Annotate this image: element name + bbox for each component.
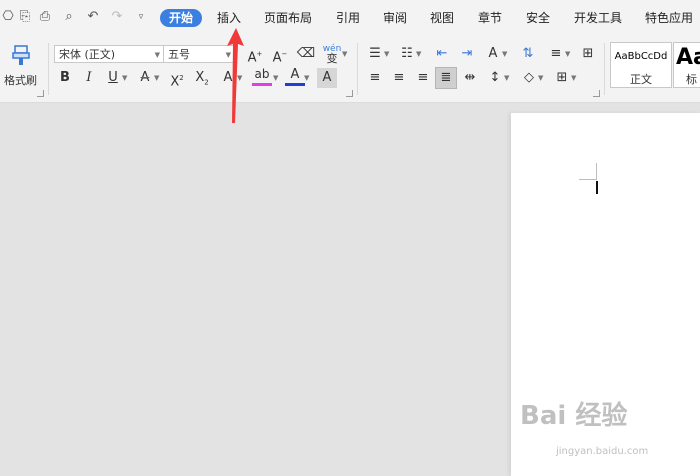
preview-icon[interactable]: ⌕ bbox=[61, 9, 77, 25]
style-normal[interactable]: AaBbCcDd 正文 bbox=[610, 42, 672, 88]
dialog-launcher[interactable] bbox=[346, 90, 353, 97]
chevron-down-icon[interactable]: ▼ bbox=[384, 49, 392, 59]
strikethrough-icon[interactable]: A bbox=[135, 68, 155, 88]
bold-icon[interactable]: B bbox=[55, 68, 75, 88]
style-sample: AaBbCcDd bbox=[614, 51, 668, 62]
shading-icon[interactable]: ◇ bbox=[519, 68, 539, 88]
paragraph-spacing-icon[interactable]: ↕ bbox=[485, 68, 505, 88]
line-spacing-icon[interactable]: ≡ bbox=[546, 44, 566, 64]
shrink-font-icon[interactable]: A− bbox=[270, 44, 290, 65]
tab-start[interactable]: 开始 bbox=[160, 9, 202, 27]
margin-corner-mark bbox=[579, 179, 597, 180]
align-left-icon[interactable]: ≡ bbox=[365, 68, 385, 88]
chevron-down-icon[interactable]: ▼ bbox=[565, 49, 573, 59]
style-heading[interactable]: Aa 标 bbox=[673, 42, 700, 88]
tab-insert[interactable]: 插入 bbox=[217, 9, 241, 27]
separator bbox=[604, 43, 605, 95]
chevron-down-icon[interactable]: ▼ bbox=[416, 49, 424, 59]
font-size-value: 五号 bbox=[168, 48, 190, 61]
dialog-launcher[interactable] bbox=[593, 90, 600, 97]
annotation-arrow bbox=[227, 28, 244, 123]
bullet-list-icon[interactable]: ☰ bbox=[365, 44, 385, 64]
distributed-icon[interactable]: ⇹ bbox=[460, 68, 480, 88]
highlight-icon[interactable]: ab bbox=[252, 66, 272, 86]
style-label: 正文 bbox=[630, 73, 652, 86]
chevron-down-icon[interactable]: ▼ bbox=[154, 73, 162, 83]
undo-icon[interactable]: ↶ bbox=[85, 9, 101, 25]
chevron-down-icon[interactable]: ▼ bbox=[122, 73, 130, 83]
print-icon[interactable]: ⎙ bbox=[37, 9, 53, 25]
dialog-launcher[interactable] bbox=[37, 90, 44, 97]
tab-section[interactable]: 章节 bbox=[478, 9, 502, 27]
separator bbox=[48, 43, 49, 95]
separator bbox=[357, 43, 358, 95]
tab-page-layout[interactable]: 页面布局 bbox=[264, 9, 312, 27]
increase-indent-icon[interactable]: ⇥ bbox=[457, 44, 477, 64]
tab-security[interactable]: 安全 bbox=[526, 9, 550, 27]
sort-icon[interactable]: ⇅ bbox=[518, 44, 538, 64]
chevron-down-icon[interactable]: ▼ bbox=[571, 73, 579, 83]
chevron-down-icon[interactable]: ▼ bbox=[273, 73, 281, 83]
tab-features[interactable]: 特色应用 bbox=[645, 9, 693, 27]
watermark-url: jingyan.baidu.com bbox=[556, 446, 649, 457]
text-direction-icon[interactable]: A bbox=[483, 44, 503, 64]
text-cursor bbox=[596, 181, 598, 194]
open-icon[interactable]: ⎔ bbox=[0, 9, 16, 25]
tab-references[interactable]: 引用 bbox=[336, 9, 360, 27]
chevron-down-icon: ▼ bbox=[154, 51, 160, 59]
chevron-down-icon[interactable]: ▼ bbox=[502, 49, 510, 59]
tab-developer[interactable]: 开发工具 bbox=[574, 9, 622, 27]
chevron-down-icon[interactable]: ▼ bbox=[342, 49, 350, 59]
clear-format-icon[interactable]: ⌫ bbox=[296, 44, 316, 64]
margin-corner-mark bbox=[596, 163, 597, 180]
format-painter-icon[interactable] bbox=[10, 44, 32, 66]
borders-icon[interactable]: ⊞ bbox=[552, 68, 572, 88]
format-painter-label[interactable]: 格式刷 bbox=[4, 72, 37, 88]
chevron-down-icon[interactable]: ▼ bbox=[304, 73, 312, 83]
underline-icon[interactable]: U bbox=[103, 68, 123, 88]
font-color-icon[interactable]: A bbox=[285, 66, 305, 86]
style-sample: Aa bbox=[676, 45, 700, 70]
font-name-select[interactable]: 宋体 (正文) ▼ bbox=[54, 45, 164, 63]
char-shading-icon[interactable]: A bbox=[317, 68, 337, 88]
chevron-down-icon[interactable]: ▼ bbox=[538, 73, 546, 83]
watermark-logo: Bai 经验 bbox=[520, 401, 628, 431]
subscript-icon[interactable]: X2 bbox=[192, 68, 212, 88]
style-label: 标 bbox=[686, 73, 697, 86]
numbered-list-icon[interactable]: ☷ bbox=[397, 44, 417, 64]
align-center-icon[interactable]: ≡ bbox=[389, 68, 409, 88]
redo-icon[interactable]: ↷ bbox=[109, 9, 125, 25]
copy-icon[interactable]: ⎘ bbox=[17, 9, 33, 25]
italic-icon[interactable]: I bbox=[79, 68, 99, 88]
align-right-icon[interactable]: ≡ bbox=[413, 68, 433, 88]
tab-review[interactable]: 审阅 bbox=[383, 9, 407, 27]
grow-font-icon[interactable]: A+ bbox=[245, 44, 265, 65]
justify-icon[interactable]: ≣ bbox=[435, 67, 457, 89]
font-name-value: 宋体 (正文) bbox=[59, 48, 116, 61]
superscript-icon[interactable]: X2 bbox=[167, 68, 187, 89]
table-grid-icon[interactable]: ⊞ bbox=[578, 44, 598, 64]
tab-view[interactable]: 视图 bbox=[430, 9, 454, 27]
customize-icon[interactable]: ▿ bbox=[133, 9, 149, 25]
phonetic-guide-icon[interactable]: wén 变 bbox=[322, 44, 342, 64]
chevron-down-icon[interactable]: ▼ bbox=[504, 73, 512, 83]
decrease-indent-icon[interactable]: ⇤ bbox=[432, 44, 452, 64]
